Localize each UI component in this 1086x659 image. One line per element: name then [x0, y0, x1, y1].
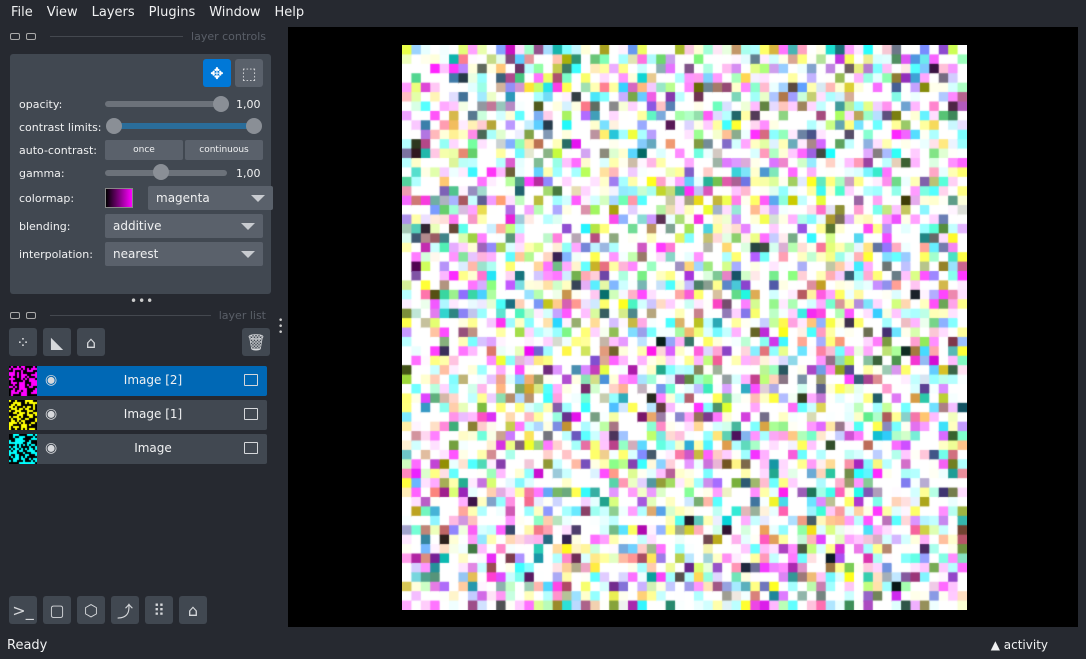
- pan-zoom-button[interactable]: ✥: [203, 59, 231, 87]
- layer-controls-header: layer controls: [10, 30, 266, 43]
- opacity-value: 1,00: [236, 98, 261, 111]
- new-shapes-layer-button[interactable]: ◣: [43, 328, 71, 356]
- splitter-handle[interactable]: •••: [130, 294, 154, 308]
- opacity-label: opacity:: [19, 98, 63, 111]
- opacity-handle[interactable]: [213, 96, 229, 112]
- trash-icon: 🗑: [245, 332, 267, 352]
- new-points-layer-button[interactable]: ⁘: [9, 328, 37, 356]
- chevron-down-icon: [241, 223, 255, 230]
- close-panel-icon[interactable]: [26, 33, 36, 40]
- layer-thumbnail: [9, 366, 37, 396]
- gamma-handle[interactable]: [153, 164, 169, 180]
- points-icon: ⁘: [16, 332, 30, 352]
- layer-controls-title: layer controls: [191, 30, 266, 43]
- float-icon[interactable]: [10, 312, 20, 319]
- menu-file[interactable]: File: [4, 5, 40, 20]
- layer-list-title: layer list: [218, 309, 266, 322]
- activity-button[interactable]: ▲ activity: [991, 638, 1048, 652]
- interpolation-value: nearest: [113, 247, 159, 261]
- layer-name: Image [2]: [123, 373, 183, 387]
- gamma-label: gamma:: [19, 167, 65, 180]
- blending-select[interactable]: additive: [105, 214, 263, 238]
- layer-item[interactable]: ◉ Image: [9, 434, 267, 464]
- image-layer-icon: [244, 442, 258, 454]
- layer-list-header: layer list: [10, 309, 266, 322]
- interpolation-label: interpolation:: [19, 248, 93, 261]
- menu-window[interactable]: Window: [202, 5, 267, 20]
- cube-rotate-icon: ⬡: [84, 600, 98, 620]
- home-icon: ⌂: [187, 600, 199, 620]
- image-layer-icon: [244, 374, 258, 386]
- activity-label: activity: [1003, 638, 1048, 652]
- menu-layers[interactable]: Layers: [85, 5, 142, 20]
- contrast-limits-slider[interactable]: [110, 123, 258, 129]
- ndisplay-button[interactable]: ▢: [43, 596, 71, 624]
- shapes-icon: ◣: [50, 332, 64, 352]
- select-transform-icon: ⬚: [241, 63, 257, 83]
- menu-view[interactable]: View: [40, 5, 85, 20]
- interpolation-select[interactable]: nearest: [105, 242, 263, 266]
- new-labels-layer-button[interactable]: ⌂: [77, 328, 105, 356]
- opacity-slider[interactable]: [105, 101, 227, 107]
- roll-dims-button[interactable]: ⬡: [77, 596, 105, 624]
- terminal-icon: >_: [12, 600, 34, 620]
- menubar: File View Layers Plugins Window Help: [0, 0, 1086, 25]
- transform-button[interactable]: ⬚: [235, 59, 263, 87]
- console-button[interactable]: >_: [9, 596, 37, 624]
- contrast-min-handle[interactable]: [106, 118, 122, 134]
- tag-icon: ⌂: [85, 332, 97, 352]
- grid-button[interactable]: ⠿: [145, 596, 173, 624]
- colormap-select[interactable]: magenta: [148, 186, 273, 210]
- image-layer-icon: [244, 408, 258, 420]
- canvas-viewer[interactable]: [288, 27, 1078, 627]
- transpose-button[interactable]: ⤴: [111, 596, 139, 624]
- float-icon[interactable]: [10, 33, 20, 40]
- status-text: Ready: [7, 638, 48, 653]
- layer-item[interactable]: ◉ Image [1]: [9, 400, 267, 430]
- eye-icon[interactable]: ◉: [45, 372, 57, 388]
- dock-handle[interactable]: • • •: [278, 317, 283, 338]
- gamma-value: 1,00: [236, 167, 261, 180]
- eye-icon[interactable]: ◉: [45, 406, 57, 422]
- menu-help[interactable]: Help: [268, 5, 312, 20]
- once-button[interactable]: once: [105, 140, 183, 160]
- blending-label: blending:: [19, 220, 71, 233]
- contrast-limits-label: contrast limits:: [19, 121, 102, 134]
- continuous-button[interactable]: continuous: [185, 140, 263, 160]
- delete-layer-button[interactable]: 🗑: [242, 328, 270, 356]
- square-icon: ▢: [49, 600, 65, 620]
- auto-contrast-label: auto-contrast:: [19, 144, 98, 157]
- menu-plugins[interactable]: Plugins: [142, 5, 203, 20]
- blending-value: additive: [113, 219, 162, 233]
- chevron-down-icon: [241, 251, 255, 258]
- transpose-icon: ⤴: [116, 602, 133, 621]
- home-button[interactable]: ⌂: [179, 596, 207, 624]
- chevron-down-icon: [251, 195, 265, 202]
- contrast-max-handle[interactable]: [246, 118, 262, 134]
- eye-icon[interactable]: ◉: [45, 440, 57, 456]
- colormap-preview: [105, 188, 133, 208]
- grid-icon: ⠿: [153, 600, 165, 620]
- layer-controls-panel: ✥ ⬚ opacity: 1,00 contrast limits: auto-…: [10, 54, 273, 294]
- close-panel-icon[interactable]: [26, 312, 36, 319]
- layer-name: Image [1]: [123, 407, 183, 421]
- layer-thumbnail: [9, 400, 37, 430]
- image-canvas[interactable]: [402, 45, 967, 610]
- colormap-label: colormap:: [19, 192, 75, 205]
- colormap-value: magenta: [156, 191, 210, 205]
- layer-item[interactable]: ◉ Image [2]: [9, 366, 267, 396]
- move-icon: ✥: [210, 63, 224, 83]
- layer-thumbnail: [9, 434, 37, 464]
- layer-name: Image: [134, 441, 172, 455]
